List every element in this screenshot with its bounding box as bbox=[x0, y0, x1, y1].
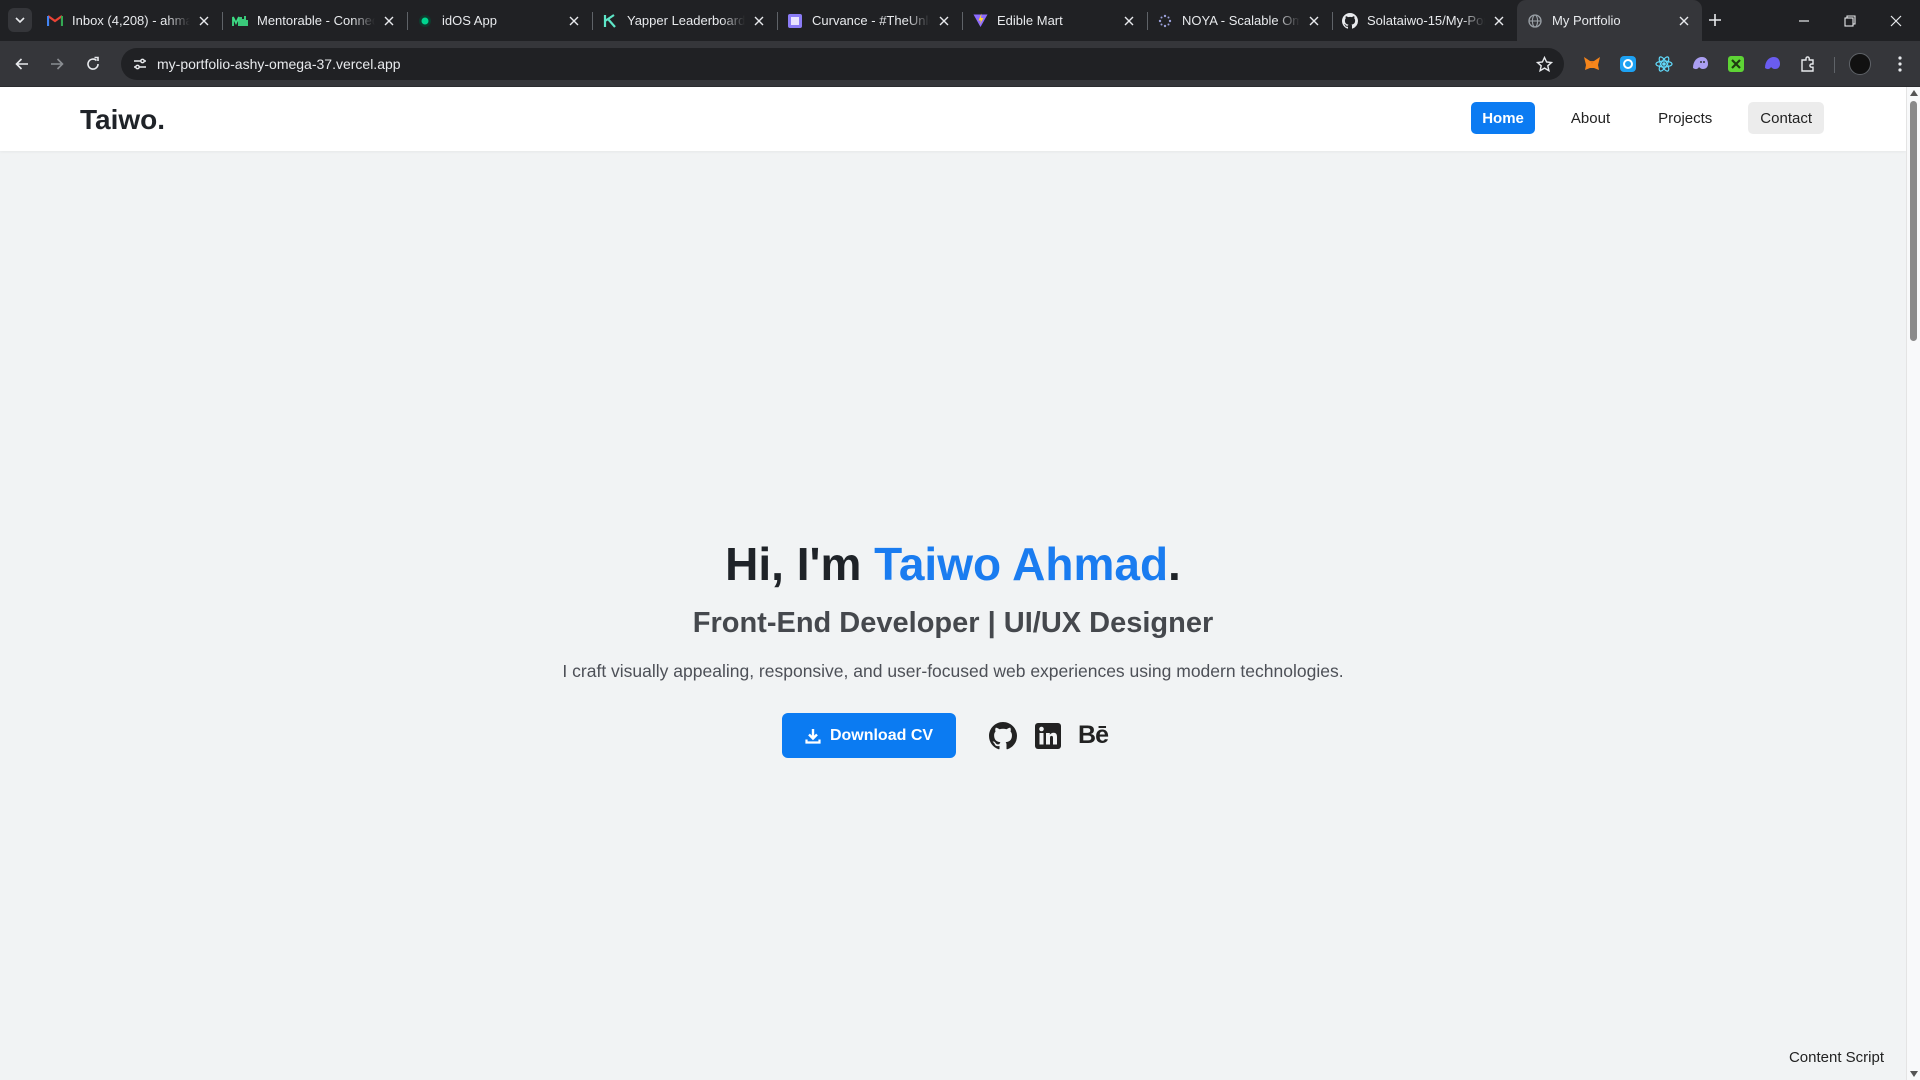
github-icon[interactable] bbox=[988, 721, 1018, 751]
scroll-up-arrow[interactable] bbox=[1910, 90, 1918, 96]
tab-list: Inbox (4,208) - ahmad Mentorable - Conne… bbox=[37, 0, 1702, 41]
download-icon bbox=[805, 728, 821, 744]
browser-tab-active[interactable]: My Portfolio bbox=[1517, 0, 1702, 41]
bookmark-star-icon[interactable] bbox=[1534, 54, 1554, 74]
scroll-down-arrow[interactable] bbox=[1910, 1071, 1918, 1077]
page-viewport: Taiwo. Home About Projects Contact Hi, I… bbox=[0, 87, 1920, 1080]
tab-title: Curvance - #TheUnlock bbox=[812, 13, 930, 28]
address-bar[interactable]: my-portfolio-ashy-omega-37.vercel.app bbox=[121, 48, 1564, 80]
hero-name: Taiwo Ahmad bbox=[874, 538, 1169, 590]
close-icon[interactable] bbox=[566, 13, 582, 29]
puzzle-extensions-icon[interactable] bbox=[1798, 54, 1818, 74]
content-script-label: Content Script bbox=[1788, 1049, 1884, 1066]
reload-icon bbox=[87, 56, 99, 70]
close-icon[interactable] bbox=[1491, 13, 1507, 29]
wallet-extension-icon[interactable] bbox=[1762, 54, 1782, 74]
tab-title: Mentorable - Connect bbox=[257, 13, 375, 28]
close-icon[interactable] bbox=[381, 13, 397, 29]
close-icon[interactable] bbox=[1306, 13, 1322, 29]
plus-icon bbox=[1709, 14, 1721, 26]
hero-title: Hi, I'm Taiwo Ahmad. bbox=[0, 537, 1906, 591]
browser-tab[interactable]: Solataiwo-15/My-Portfolio bbox=[1332, 0, 1517, 41]
phantom-wallet-icon[interactable] bbox=[1690, 54, 1710, 74]
download-cv-label: Download CV bbox=[829, 726, 934, 744]
tab-title: Yapper Leaderboard bbox=[627, 13, 745, 28]
new-tab-button[interactable] bbox=[1703, 8, 1727, 32]
tab-title: Inbox (4,208) - ahmad bbox=[72, 13, 190, 28]
browser-tab[interactable]: Edible Mart bbox=[962, 0, 1147, 41]
scrollbar-thumb[interactable] bbox=[1910, 101, 1917, 341]
hero-section: Hi, I'm Taiwo Ahmad. Front-End Developer… bbox=[0, 87, 1906, 1080]
kaito-icon bbox=[602, 13, 618, 29]
tab-title: Edible Mart bbox=[997, 13, 1063, 28]
close-icon[interactable] bbox=[1676, 13, 1692, 29]
hero-subtitle: Front-End Developer | UI/UX Designer bbox=[692, 607, 1214, 639]
hero-period: . bbox=[1168, 538, 1181, 590]
browser-tab[interactable]: Inbox (4,208) - ahmad bbox=[37, 0, 222, 41]
mentorable-icon bbox=[232, 13, 248, 29]
toolbar-divider bbox=[1834, 57, 1835, 73]
chevron-down-icon bbox=[15, 17, 25, 24]
linkedin-icon[interactable] bbox=[1033, 721, 1063, 751]
browser-tab[interactable]: Curvance - #TheUnlock bbox=[777, 0, 962, 41]
globe-icon bbox=[1527, 13, 1543, 29]
hero-greeting: Hi, I'm bbox=[725, 538, 875, 590]
site-info-icon[interactable] bbox=[129, 53, 151, 75]
tab-title: NOYA - Scalable Omni bbox=[1182, 13, 1300, 28]
browser-tab[interactable]: NOYA - Scalable Omni bbox=[1147, 0, 1332, 41]
hero-actions: Download CV Bē bbox=[782, 713, 1109, 758]
minimize-icon bbox=[1799, 19, 1809, 22]
close-icon bbox=[1890, 15, 1902, 26]
download-cv-button[interactable]: Download CV bbox=[782, 713, 956, 758]
behance-icon[interactable]: Bē bbox=[1078, 721, 1109, 751]
metamask-extension-icon[interactable] bbox=[1582, 54, 1602, 74]
github-icon bbox=[1342, 12, 1358, 29]
browser-tab[interactable]: idOS App bbox=[407, 0, 592, 41]
extension-icon[interactable] bbox=[1618, 54, 1638, 74]
tab-title: My Portfolio bbox=[1552, 13, 1621, 28]
forward-button[interactable] bbox=[43, 50, 71, 78]
profile-avatar[interactable] bbox=[1849, 53, 1871, 75]
close-icon[interactable] bbox=[1121, 13, 1137, 29]
tab-search-button[interactable] bbox=[8, 8, 32, 32]
close-icon[interactable] bbox=[196, 13, 212, 29]
tab-title: idOS App bbox=[442, 13, 497, 28]
browser-tab[interactable]: Yapper Leaderboard bbox=[592, 0, 777, 41]
browser-tab-strip: Inbox (4,208) - ahmad Mentorable - Conne… bbox=[0, 0, 1920, 41]
arrow-left-icon bbox=[15, 58, 28, 70]
gmail-icon bbox=[47, 13, 63, 29]
react-devtools-icon[interactable] bbox=[1654, 54, 1674, 74]
more-vertical-icon[interactable] bbox=[1890, 54, 1910, 74]
restore-button[interactable] bbox=[1827, 0, 1873, 41]
browser-toolbar: my-portfolio-ashy-omega-37.vercel.app bbox=[0, 41, 1920, 87]
back-button[interactable] bbox=[8, 50, 36, 78]
reload-button[interactable] bbox=[79, 50, 107, 78]
page-scrollbar[interactable] bbox=[1906, 87, 1920, 1080]
arrow-right-icon bbox=[51, 58, 64, 70]
minimize-button[interactable] bbox=[1781, 0, 1827, 41]
hero-description: I craft visually appealing, responsive, … bbox=[562, 661, 1344, 681]
noya-icon bbox=[1157, 13, 1173, 29]
vite-icon bbox=[972, 13, 988, 29]
browser-tab[interactable]: Mentorable - Connect bbox=[222, 0, 407, 41]
close-window-button[interactable] bbox=[1873, 0, 1919, 41]
close-icon[interactable] bbox=[751, 13, 767, 29]
idos-icon bbox=[417, 13, 433, 29]
restore-icon bbox=[1844, 14, 1856, 27]
curvance-icon bbox=[787, 13, 803, 29]
green-extension-icon[interactable] bbox=[1726, 54, 1746, 74]
close-icon[interactable] bbox=[936, 13, 952, 29]
url-text: my-portfolio-ashy-omega-37.vercel.app bbox=[157, 56, 401, 72]
tab-title: Solataiwo-15/My-Portfolio bbox=[1367, 13, 1485, 28]
